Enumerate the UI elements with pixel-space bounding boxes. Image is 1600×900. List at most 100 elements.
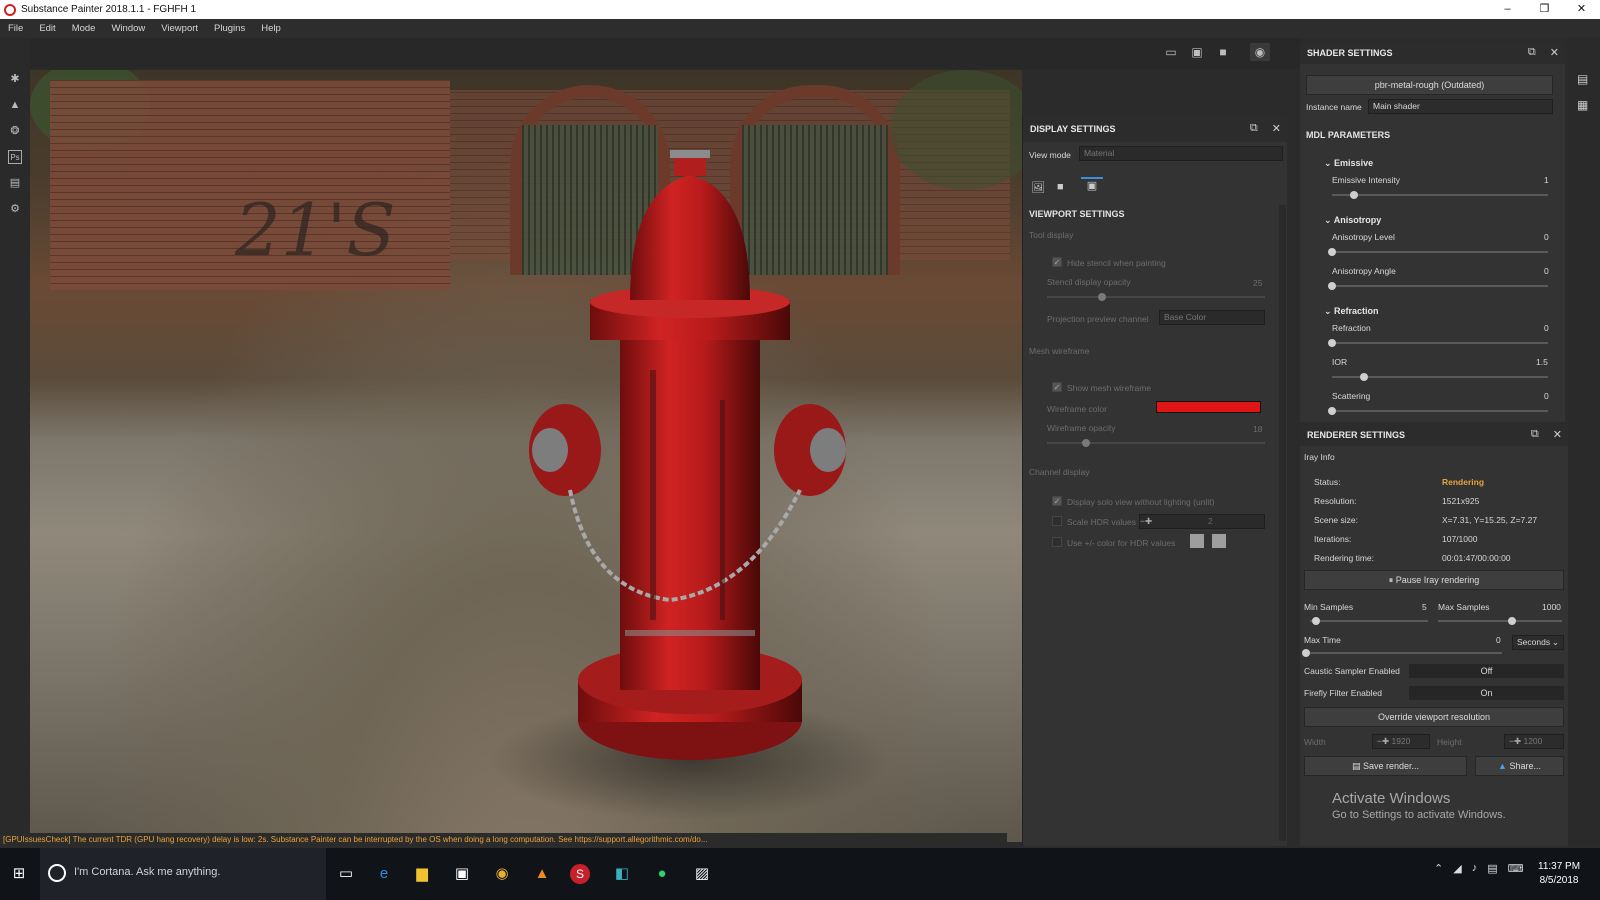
edge-browser-icon[interactable]: e [373,863,395,885]
viewport-tab-icon[interactable]: ▣ [1081,177,1103,195]
hdr-color-checkbox[interactable] [1052,537,1062,547]
pause-rendering-button[interactable]: ⏸ Pause Iray rendering [1304,570,1564,590]
3d-viewport[interactable]: 21'S [30,70,1022,842]
scale-hdr-checkbox[interactable] [1052,516,1062,526]
slider-knob[interactable] [1328,282,1336,290]
show-wireframe-checkbox[interactable]: ✓ [1052,382,1062,392]
wireframe-opacity-slider[interactable] [1047,439,1265,447]
close-panel-icon[interactable]: ✕ [1553,428,1562,441]
minimize-button[interactable]: – [1489,0,1526,19]
save-render-button[interactable]: ▤ Save render... [1304,756,1467,776]
slider-knob[interactable] [1097,293,1106,301]
menu-edit[interactable]: Edit [39,23,55,34]
cortana-search-box[interactable]: I'm Cortana. Ask me anything. [40,848,326,900]
ior-slider[interactable] [1332,373,1548,381]
settings-icon[interactable]: ⚙ [8,202,22,216]
scattering-slider[interactable] [1328,407,1548,415]
tray-expand-icon[interactable]: ⌃ [1434,862,1443,875]
slider-knob[interactable] [1508,617,1517,625]
share-button[interactable]: ▲ Share... [1475,756,1564,776]
wireframe-color-swatch[interactable] [1156,401,1261,413]
anisotropy-level-slider[interactable] [1328,248,1548,256]
solo-view-checkbox[interactable]: ✓ [1052,496,1062,506]
document-icon[interactable]: ▤ [8,176,22,190]
slider-knob[interactable] [1082,439,1091,447]
slider-knob[interactable] [1302,649,1310,657]
max-samples-slider[interactable] [1438,617,1562,625]
slider-knob[interactable] [1311,617,1320,625]
photoshop-export-icon[interactable]: Ps [8,150,22,164]
slider-knob[interactable] [1328,248,1336,256]
stepper-icon[interactable]: −✚ [1377,736,1389,746]
emissive-intensity-slider[interactable] [1332,191,1548,199]
keyboard-icon[interactable]: ⌨ [1508,862,1524,875]
vlc-icon[interactable]: ▲ [531,863,553,885]
undock-icon[interactable]: ⧉ [1531,428,1539,441]
projection-select[interactable]: Base Color [1159,310,1265,325]
paint-brush-icon[interactable]: ✱ [8,72,22,86]
menu-viewport[interactable]: Viewport [161,23,198,34]
firefly-toggle[interactable]: On [1409,686,1564,700]
stepper-icon[interactable]: −✚ [1509,736,1521,746]
display-settings-icon[interactable]: ▦ [1577,98,1588,112]
hide-stencil-checkbox[interactable]: ✓ [1052,257,1062,267]
menu-plugins[interactable]: Plugins [214,23,245,34]
store-icon[interactable]: ▣ [451,863,473,885]
chat-app-icon[interactable]: ● [651,863,673,885]
hdr-positive-swatch[interactable] [1190,534,1204,548]
close-panel-icon[interactable]: ✕ [1272,122,1281,135]
shader-settings-icon[interactable]: ▤ [1577,72,1588,86]
undock-icon[interactable]: ⧉ [1250,122,1258,135]
max-time-slider[interactable] [1302,649,1502,657]
3d-cube-icon[interactable]: ▣ [1189,45,1205,59]
min-samples-slider[interactable] [1310,617,1428,625]
panel-scrollbar[interactable] [1279,205,1286,841]
photos-icon[interactable]: ▨ [691,863,713,885]
windows-start-icon[interactable]: ⊞ [8,863,30,885]
volume-icon[interactable]: ♪ [1472,862,1478,875]
screenshot-camera-icon[interactable]: ◉ [1250,43,1270,61]
menu-file[interactable]: File [8,23,23,34]
group-refraction[interactable]: ⌄ Refraction [1324,306,1379,317]
shader-select-button[interactable]: pbr-metal-rough (Outdated) [1306,75,1553,95]
slider-knob[interactable] [1360,373,1369,381]
action-center-icon[interactable]: ▤ [1487,862,1497,875]
height-input[interactable]: −✚ 1200 [1504,734,1564,749]
stepper-icon[interactable]: −✚ [1140,515,1152,528]
fill-icon[interactable]: ▲ [8,98,22,112]
task-view-icon[interactable]: ▭ [335,863,357,885]
clock[interactable]: 11:37 PM 8/5/2018 [1538,860,1580,888]
close-panel-icon[interactable]: ✕ [1550,46,1559,59]
hdr-negative-swatch[interactable] [1212,534,1226,548]
anisotropy-angle-slider[interactable] [1328,282,1548,290]
group-emissive[interactable]: ⌄ Emissive [1324,158,1373,169]
group-anisotropy[interactable]: ⌄ Anisotropy [1324,215,1381,226]
camera-tab-icon[interactable]: ■ [1057,181,1064,193]
refraction-slider[interactable] [1328,339,1548,347]
menu-window[interactable]: Window [111,23,145,34]
chrome-icon[interactable]: ◉ [491,863,513,885]
maximize-button[interactable]: ❐ [1526,0,1563,19]
override-resolution-button[interactable]: Override viewport resolution [1304,707,1564,727]
instance-name-input[interactable]: Main shader [1368,99,1553,114]
time-unit-select[interactable]: Seconds ⌄ [1512,635,1564,650]
menu-mode[interactable]: Mode [72,23,96,34]
undock-icon[interactable]: ⧉ [1528,46,1536,59]
close-button[interactable]: ✕ [1563,0,1600,19]
smudge-icon[interactable]: ❂ [8,124,22,138]
stencil-opacity-slider[interactable] [1047,293,1265,301]
slider-knob[interactable] [1328,339,1336,347]
wifi-icon[interactable]: ◢ [1453,862,1461,875]
view-mode-select[interactable]: Material [1079,146,1283,161]
camera-icon[interactable]: ■ [1215,45,1231,59]
file-explorer-icon[interactable]: ▆ [411,863,433,885]
scale-hdr-field[interactable]: −✚ 2 [1139,514,1265,529]
2d-view-icon[interactable]: ▭ [1163,45,1179,59]
slider-knob[interactable] [1349,191,1358,199]
substance-designer-icon[interactable]: ◧ [611,863,633,885]
substance-painter-icon[interactable]: S [570,864,590,884]
width-input[interactable]: −✚ 1920 [1372,734,1430,749]
environment-tab-icon[interactable]: 🖼 [1031,181,1045,194]
caustic-toggle[interactable]: Off [1409,664,1564,678]
menu-help[interactable]: Help [261,23,281,34]
